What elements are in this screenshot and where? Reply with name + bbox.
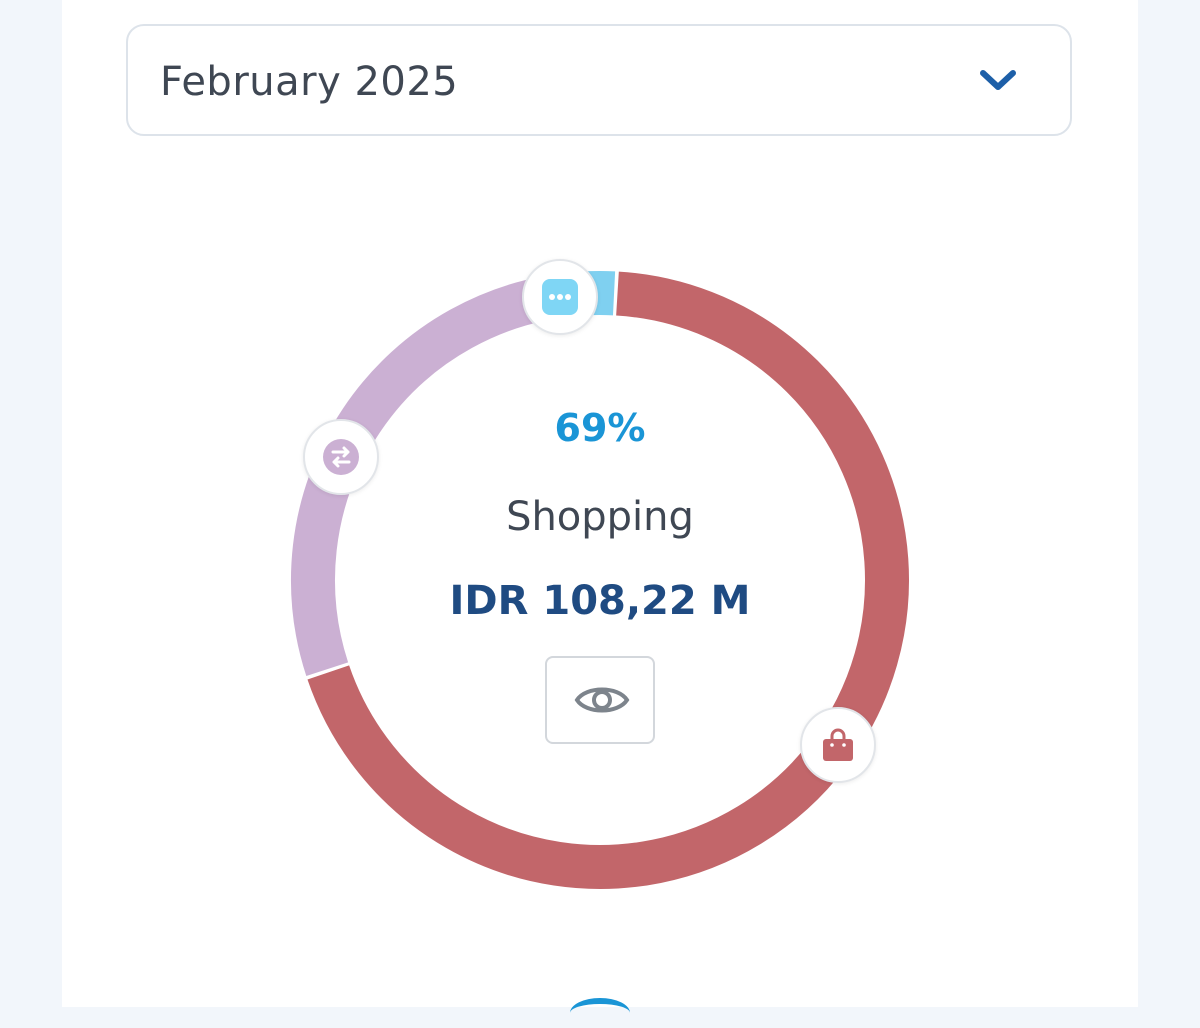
others-slice-badge[interactable] — [522, 259, 598, 335]
more-dots-icon — [542, 279, 578, 315]
next-section-indicator — [570, 998, 630, 1028]
highlight-amount: IDR 108,22 M — [449, 578, 751, 624]
chevron-down-icon — [980, 70, 1016, 90]
eye-icon — [574, 687, 630, 713]
transfer-slice-badge[interactable] — [303, 419, 379, 495]
highlight-category: Shopping — [506, 494, 694, 540]
toggle-amount-visibility-button[interactable] — [545, 656, 655, 744]
transfer-icon — [323, 439, 359, 475]
highlight-percent: 69% — [554, 406, 646, 450]
shopping-bag-icon — [823, 728, 853, 761]
month-dropdown[interactable]: February 2025 — [126, 24, 1072, 136]
selected-month: February 2025 — [160, 59, 459, 105]
shopping-slice-badge[interactable] — [800, 707, 876, 783]
